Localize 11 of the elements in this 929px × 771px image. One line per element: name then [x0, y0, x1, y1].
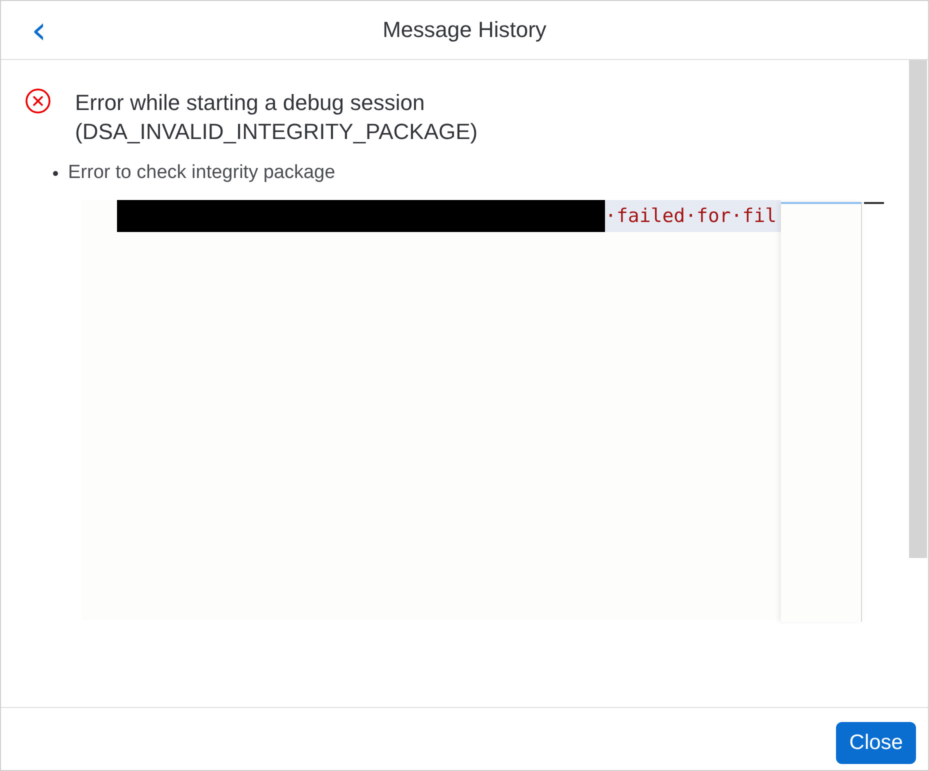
message-title: Error while starting a debug session — [75, 89, 426, 117]
close-button[interactable]: Close — [836, 722, 916, 764]
scrollbar-thumb[interactable] — [909, 60, 927, 558]
cursor-mark — [864, 202, 884, 204]
code-text: ·failed·for·fil — [605, 200, 781, 232]
message-code: (DSA_INVALID_INTEGRITY_PACKAGE) — [75, 118, 478, 146]
dialog-title: Message History — [382, 17, 546, 43]
error-icon — [25, 88, 51, 114]
bullet-icon — [53, 170, 58, 176]
back-button[interactable]: ‹ — [25, 13, 53, 47]
message-detail: Error to check integrity package — [68, 162, 336, 184]
